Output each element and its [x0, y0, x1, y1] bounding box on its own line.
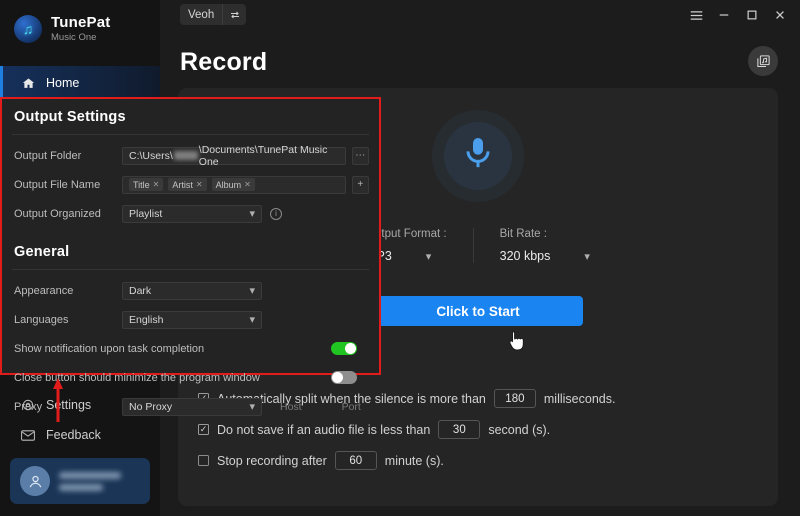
page-title: Record [180, 48, 267, 77]
window-controls [684, 4, 792, 26]
swap-arrows-icon[interactable] [222, 4, 246, 25]
chevron-down-icon: ▾ [426, 250, 432, 263]
appearance-value: Dark [129, 285, 151, 297]
chevron-down-icon: ▾ [249, 284, 255, 297]
output-organized-value: Playlist [129, 208, 162, 220]
source-selector[interactable]: Veoh [180, 4, 246, 25]
brand-product: Music One [51, 33, 110, 44]
app-window: ♫ TunePat Music One Home [0, 0, 800, 516]
option-min-length-text-before: Do not save if an audio file is less tha… [217, 423, 430, 437]
settings-panel: Output Settings Output Folder C:\Users\ \… [0, 97, 381, 375]
output-file-name-row: Output File Name Title ✕ Artist ✕ Album [12, 170, 369, 199]
general-title: General [12, 228, 369, 260]
hamburger-menu-icon[interactable] [684, 4, 708, 26]
output-folder-input[interactable]: C:\Users\ \Documents\TunePat Music One [122, 147, 346, 165]
option-row-stop-after: Stop recording after 60 minute (s). [198, 445, 768, 476]
mouse-cursor [508, 330, 526, 352]
brand-name: TunePat [51, 14, 110, 31]
proxy-select[interactable]: No Proxy ▾ [122, 398, 262, 416]
close-icon[interactable] [768, 4, 792, 26]
output-file-name-label: Output File Name [12, 179, 122, 191]
filename-tag[interactable]: Artist ✕ [168, 178, 206, 191]
output-folder-row: Output Folder C:\Users\ \Documents\TunePa… [12, 141, 369, 170]
bit-rate-select[interactable]: 320 kbps ▾ [500, 249, 590, 263]
notification-row: Show notification upon task completion [12, 334, 369, 363]
languages-row: Languages English ▾ [12, 305, 369, 334]
notification-toggle[interactable] [331, 342, 357, 355]
minimize-toggle[interactable] [331, 371, 357, 384]
languages-label: Languages [12, 314, 122, 326]
chevron-down-icon: ▾ [249, 400, 255, 413]
sidebar-item-home-label: Home [46, 76, 79, 90]
maximize-icon[interactable] [740, 4, 764, 26]
languages-value: English [129, 314, 163, 326]
stop-after-input[interactable]: 60 [335, 451, 377, 470]
option-split-text-after: milliseconds. [544, 392, 616, 406]
output-organized-label: Output Organized [12, 208, 122, 220]
output-file-name-input[interactable]: Title ✕ Artist ✕ Album ✕ [122, 176, 346, 194]
output-folder-suffix: \Documents\TunePat Music One [199, 144, 339, 168]
ellipsis-icon[interactable]: ⋯ [352, 147, 369, 165]
close-icon[interactable]: ✕ [196, 180, 203, 189]
proxy-host-input[interactable]: Host [280, 401, 302, 413]
option-stop-after-text-after: minute (s). [385, 454, 444, 468]
user-account-text [59, 472, 121, 491]
user-account-card[interactable] [10, 458, 150, 504]
envelope-icon [20, 427, 36, 443]
bit-rate-group: Bit Rate : 320 kbps ▾ [473, 228, 616, 263]
chevron-down-icon: ▾ [249, 313, 255, 326]
sidebar-item-feedback[interactable]: Feedback [0, 420, 160, 450]
output-folder-label: Output Folder [12, 150, 122, 162]
output-folder-prefix: C:\Users\ [129, 150, 173, 162]
minimize-icon[interactable] [712, 4, 736, 26]
plus-icon[interactable]: + [352, 176, 369, 194]
filename-tag-label: Album [216, 180, 242, 190]
source-selector-label: Veoh [180, 4, 222, 25]
music-library-icon[interactable] [748, 46, 778, 76]
proxy-value: No Proxy [129, 401, 172, 413]
languages-select[interactable]: English ▾ [122, 311, 262, 329]
appearance-select[interactable]: Dark ▾ [122, 282, 262, 300]
filename-tag-label: Artist [172, 180, 193, 190]
proxy-row: Proxy No Proxy ▾ Host Port [12, 392, 369, 421]
close-icon[interactable]: ✕ [153, 180, 160, 189]
minimize-label: Close button should minimize the program… [12, 372, 260, 384]
info-icon[interactable]: i [270, 208, 282, 220]
minimize-row: Close button should minimize the program… [12, 363, 369, 392]
output-organized-select[interactable]: Playlist ▾ [122, 205, 262, 223]
bit-rate-label: Bit Rate : [500, 228, 590, 240]
appearance-label: Appearance [12, 285, 122, 297]
proxy-label: Proxy [12, 401, 122, 413]
home-icon [20, 75, 36, 91]
output-organized-row: Output Organized Playlist ▾ i [12, 199, 369, 228]
chevron-down-icon: ▾ [584, 250, 590, 263]
filename-tag-label: Title [133, 180, 150, 190]
appearance-row: Appearance Dark ▾ [12, 276, 369, 305]
notification-label: Show notification upon task completion [12, 343, 204, 355]
sidebar-item-home[interactable]: Home [0, 66, 160, 100]
start-recording-label: Click to Start [436, 304, 519, 319]
output-settings-title: Output Settings [12, 99, 369, 125]
chevron-down-icon: ▾ [249, 207, 255, 220]
up-arrow-icon [52, 378, 64, 422]
proxy-port-input[interactable]: Port [342, 401, 361, 413]
filename-tag[interactable]: Title ✕ [129, 178, 163, 191]
title-bar: Veoh [160, 0, 800, 30]
filename-tag[interactable]: Album ✕ [212, 178, 255, 191]
close-icon[interactable]: ✕ [244, 180, 251, 189]
split-threshold-input[interactable]: 180 [494, 389, 536, 408]
username-redacted [174, 151, 198, 160]
sidebar-item-feedback-label: Feedback [46, 428, 101, 442]
bit-rate-value: 320 kbps [500, 249, 551, 263]
checkbox-stop-after[interactable] [198, 455, 209, 466]
checkbox-min-length[interactable]: ✓ [198, 424, 209, 435]
brand: ♫ TunePat Music One [0, 0, 160, 44]
user-avatar-icon [20, 466, 50, 496]
music-note-icon: ♫ [14, 15, 42, 43]
option-min-length-text-after: second (s). [488, 423, 550, 437]
option-stop-after-text-before: Stop recording after [217, 454, 327, 468]
microphone-icon [432, 110, 524, 202]
start-recording-button[interactable]: Click to Start [373, 296, 583, 326]
min-length-input[interactable]: 30 [438, 420, 480, 439]
